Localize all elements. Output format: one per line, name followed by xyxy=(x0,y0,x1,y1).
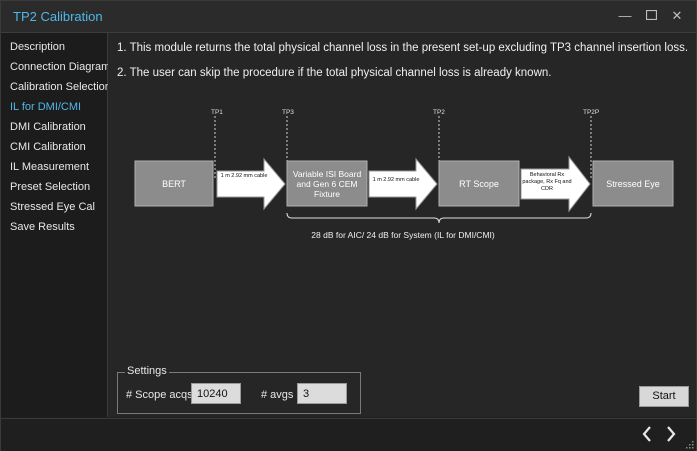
isi-board-label: Variable ISI Board and Gen 6 CEM Fixture xyxy=(292,168,362,199)
settings-legend: Settings xyxy=(125,365,169,377)
sidebar-item-dmi-calibration[interactable]: DMI Calibration xyxy=(10,121,86,133)
sidebar-item-il-for-dmi-cmi[interactable]: IL for DMI/CMI xyxy=(10,101,81,113)
cable-arrow-1-label: 1 m 2.92 mm cable xyxy=(220,173,268,179)
avgs-input[interactable]: 3 xyxy=(297,383,347,404)
cable-arrow-2-label: 1 m 2.92 mm cable xyxy=(372,177,420,183)
rx-arrow-label: Behavioral Rx package, Rx Fq and CDR xyxy=(522,172,572,192)
stressed-eye-block: Stressed Eye xyxy=(592,160,674,207)
chevron-left-icon[interactable] xyxy=(641,425,653,449)
chevron-right-icon[interactable] xyxy=(665,425,677,449)
sidebar-item-cmi-calibration[interactable]: CMI Calibration xyxy=(10,141,86,153)
main-panel: 1. This module returns the total physica… xyxy=(108,33,696,417)
sidebar-item-preset-selection[interactable]: Preset Selection xyxy=(10,181,90,193)
tp3-label: TP3 xyxy=(282,109,294,116)
resize-grip-icon[interactable] xyxy=(686,441,694,449)
isi-board-block: Variable ISI Board and Gen 6 CEM Fixture xyxy=(286,160,368,207)
avgs-label: # avgs xyxy=(261,389,294,401)
sidebar-item-calibration-selection[interactable]: Calibration Selection xyxy=(10,81,111,93)
title-bar: TP2 Calibration — ✕ xyxy=(1,1,696,33)
close-icon[interactable]: ✕ xyxy=(667,7,687,25)
calibration-window: TP2 Calibration — ✕ Description Connecti… xyxy=(0,0,697,451)
instruction-2: 2. The user can skip the procedure if th… xyxy=(117,67,552,79)
cable-arrow-1: 1 m 2.92 mm cable xyxy=(216,157,286,211)
tp2-label: TP2 xyxy=(433,109,445,116)
sidebar: Description Connection Diagram Calibrati… xyxy=(1,33,111,417)
scope-acqs-label: # Scope acqs xyxy=(126,389,193,401)
start-button[interactable]: Start xyxy=(639,386,689,407)
tp1-label: TP1 xyxy=(211,109,223,116)
bert-label: BERT xyxy=(162,179,186,189)
settings-group: Settings # Scope acqs 10240 # avgs 3 xyxy=(117,365,361,414)
window-title: TP2 Calibration xyxy=(13,9,103,24)
bottom-bar xyxy=(1,418,696,451)
sidebar-item-connection-diagram[interactable]: Connection Diagram xyxy=(10,61,110,73)
rt-scope-label: RT Scope xyxy=(459,179,499,189)
rx-arrow: Behavioral Rx package, Rx Fq and CDR xyxy=(520,155,591,213)
instruction-1: 1. This module returns the total physica… xyxy=(117,42,689,54)
loss-brace-label: 28 dB for AIC/ 24 dB for System (IL for … xyxy=(311,230,495,240)
tp2p-label: TP2P xyxy=(583,109,599,116)
sidebar-item-description[interactable]: Description xyxy=(10,41,65,53)
sidebar-item-save-results[interactable]: Save Results xyxy=(10,221,75,233)
sidebar-item-il-measurement[interactable]: IL Measurement xyxy=(10,161,89,173)
cable-arrow-2: 1 m 2.92 mm cable xyxy=(368,157,438,211)
scope-acqs-input[interactable]: 10240 xyxy=(191,383,241,404)
rt-scope-block: RT Scope xyxy=(438,160,520,207)
minimize-icon[interactable]: — xyxy=(615,7,635,25)
connection-diagram: TP1 TP3 TP2 TP2P BERT Variable ISI Board… xyxy=(134,109,674,240)
maximize-icon[interactable] xyxy=(641,7,661,25)
bert-block: BERT xyxy=(134,160,214,207)
stressed-eye-label: Stressed Eye xyxy=(606,179,660,189)
loss-brace xyxy=(286,212,592,224)
sidebar-item-stressed-eye-cal[interactable]: Stressed Eye Cal xyxy=(10,201,95,213)
